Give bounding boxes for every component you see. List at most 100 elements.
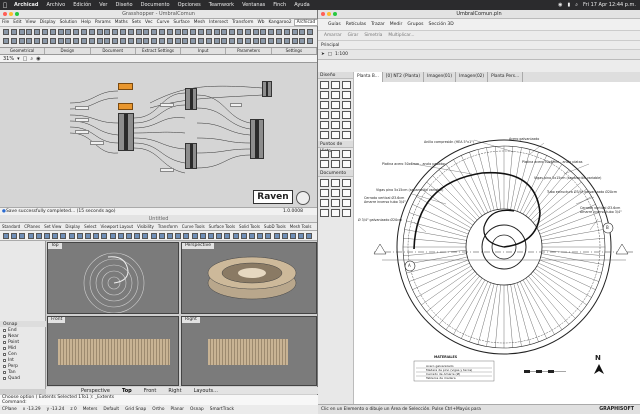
component-button-icon[interactable]	[291, 38, 298, 44]
hotspot-tool-icon[interactable]	[331, 209, 340, 217]
gh-menu-item[interactable]: Solution	[58, 20, 80, 25]
mirror-button[interactable]: Simetría	[364, 33, 382, 38]
toggle-ortho[interactable]: Ortho	[152, 407, 164, 412]
toggle-smarttrack[interactable]: SmartTrack	[210, 407, 234, 412]
vp-tab[interactable]: Right	[168, 388, 181, 394]
component-button-icon[interactable]	[10, 29, 17, 35]
component-button-icon[interactable]	[73, 38, 80, 44]
gh-menu-item[interactable]: Edit	[11, 20, 23, 25]
component-button-icon[interactable]	[205, 38, 212, 44]
column-tool-icon[interactable]	[331, 81, 340, 89]
component-button-icon[interactable]	[221, 29, 228, 35]
component-button-icon[interactable]	[10, 38, 17, 44]
component-button-icon[interactable]	[166, 38, 173, 44]
component-button-icon[interactable]	[190, 38, 197, 44]
ribbon-group[interactable]: Input	[181, 48, 227, 54]
measure-button[interactable]: Medir	[390, 22, 403, 27]
rhino-tab[interactable]: Solid Tools	[237, 224, 262, 229]
save-icon[interactable]: □	[23, 56, 28, 62]
component-button-icon[interactable]	[57, 29, 64, 35]
param-slider[interactable]	[230, 103, 242, 107]
view-tab[interactable]: Planta B...	[354, 72, 383, 82]
ribbon-group[interactable]: Geometrical	[0, 48, 46, 54]
component-button-icon[interactable]	[104, 29, 111, 35]
component-button-icon[interactable]	[205, 29, 212, 35]
spline-tool-icon[interactable]	[320, 209, 329, 217]
annotation[interactable]: Anillo compresión (HEA 5"x1")	[424, 140, 474, 144]
param-slider[interactable]	[75, 106, 89, 110]
component-button-icon[interactable]	[104, 38, 111, 44]
rhino-command-icon[interactable]	[224, 233, 231, 239]
component-button-icon[interactable]	[276, 29, 282, 35]
component-button-icon[interactable]	[127, 38, 134, 44]
rhino-command-icon[interactable]	[11, 233, 18, 239]
component-button-icon[interactable]	[276, 38, 282, 44]
annotation[interactable]: Cerrado vertical Ø3.6cm Amarre inverso t…	[364, 196, 408, 204]
rhino-tab[interactable]: Mesh Tools	[288, 224, 314, 229]
label-tool-icon[interactable]	[320, 189, 329, 197]
rhino-command-icon[interactable]	[60, 233, 67, 239]
window-tool-icon[interactable]	[320, 111, 329, 119]
rhino-tab[interactable]: Standard	[0, 224, 22, 229]
ribbon-group[interactable]: Document	[91, 48, 136, 54]
slab-tool-icon[interactable]	[320, 91, 329, 99]
curtain-wall-tool-icon[interactable]	[342, 121, 351, 129]
status-layer[interactable]: Default	[103, 407, 119, 412]
gh-tab-archicad[interactable]: Archicad	[293, 19, 319, 26]
component-button-icon[interactable]	[81, 29, 87, 35]
rhino-command-icon[interactable]	[150, 233, 157, 239]
component-button-icon[interactable]	[291, 29, 298, 35]
arc-tool-icon[interactable]	[320, 199, 329, 207]
ribbon-group[interactable]: Extract Settings	[136, 48, 182, 54]
component-button-icon[interactable]	[260, 38, 267, 44]
component-button-icon[interactable]	[49, 29, 56, 35]
viewport-label[interactable]: Perspective	[182, 243, 215, 249]
viewport-perspective[interactable]: Perspective	[181, 242, 317, 314]
ribbon-group[interactable]: Design	[45, 48, 91, 54]
component-button-icon[interactable]	[307, 29, 314, 35]
navigation-wheel-icon[interactable]	[296, 191, 310, 205]
rhino-command-icon[interactable]	[158, 233, 165, 239]
rhino-command-icon[interactable]	[35, 233, 42, 239]
section-tool-icon[interactable]	[320, 150, 329, 158]
gh-tab[interactable]: Surface	[171, 20, 191, 25]
component-button-icon[interactable]	[88, 29, 95, 35]
view-tab[interactable]: [0] NT2 (Planta)	[383, 72, 425, 82]
rhino-command-icon[interactable]	[199, 233, 206, 239]
view-tab[interactable]: Planta Pers...	[488, 72, 524, 82]
component-button-icon[interactable]	[88, 38, 95, 44]
rhino-command-icon[interactable]	[19, 233, 26, 239]
component-button-icon[interactable]	[213, 38, 220, 44]
rhino-command-icon[interactable]	[68, 233, 75, 239]
interior-elevation-tool-icon[interactable]	[342, 150, 351, 158]
close-icon[interactable]	[321, 12, 325, 16]
drawing-tool-icon[interactable]	[342, 199, 351, 207]
component-button-icon[interactable]	[127, 29, 134, 35]
component-button-icon[interactable]	[299, 38, 306, 44]
param-slider[interactable]	[75, 118, 89, 122]
detail-tool-icon[interactable]	[331, 160, 340, 168]
viewport-label[interactable]: Right	[182, 317, 200, 323]
component-button-icon[interactable]	[221, 38, 228, 44]
dimension-tool-icon[interactable]	[320, 179, 329, 187]
eye-icon[interactable]: ◉	[36, 56, 40, 62]
rhino-command-icon[interactable]	[85, 233, 91, 239]
component-button-icon[interactable]	[190, 29, 197, 35]
rhino-command-icon[interactable]	[232, 233, 239, 239]
component-button-icon[interactable]	[34, 29, 41, 35]
component-button-icon[interactable]	[252, 38, 259, 44]
rhino-command-icon[interactable]	[306, 233, 313, 239]
osnap-quad[interactable]: Quad	[0, 375, 46, 381]
rhino-command-icon[interactable]	[126, 233, 132, 239]
mesh-tool-icon[interactable]	[320, 121, 329, 129]
scale-field[interactable]: 1:100	[335, 52, 348, 57]
worksheet-tool-icon[interactable]	[320, 160, 329, 168]
component-button-icon[interactable]	[49, 38, 56, 44]
annotation[interactable]: Ø 3/4" galvanizado Ø20cm	[358, 218, 402, 222]
component-button-icon[interactable]	[3, 38, 9, 44]
rhino-tab[interactable]: Transform	[156, 224, 180, 229]
component-button-icon[interactable]	[18, 29, 25, 35]
annotation[interactable]: Vigas pino 5x15cm (separación variable)	[376, 188, 443, 192]
gh-tab[interactable]: Transform	[230, 20, 255, 25]
component-button-icon[interactable]	[268, 29, 275, 35]
